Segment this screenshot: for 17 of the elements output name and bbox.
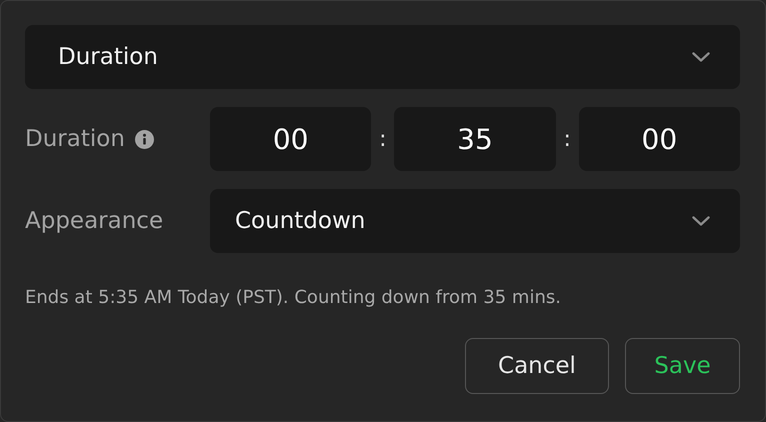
cancel-button[interactable]: Cancel — [465, 338, 609, 394]
dropdown[interactable]: Duration — [25, 25, 740, 89]
chevron-down-icon — [692, 216, 710, 226]
dropdown-value: Countdown — [235, 208, 366, 234]
dropdown[interactable]: Countdown — [210, 189, 740, 253]
time-field[interactable]: 00 — [210, 107, 372, 171]
save-button[interactable]: Save — [625, 338, 740, 394]
time-field[interactable]: 00 — [578, 107, 740, 171]
field-label: Appearance — [25, 208, 164, 234]
time-separator: : — [562, 126, 572, 152]
field-label: Duration — [25, 126, 125, 152]
time-field[interactable]: 35 — [394, 107, 556, 171]
chevron-down-icon — [692, 52, 710, 62]
info-text: Ends at 5:35 AM Today (PST). Counting down from 35 mins. — [25, 287, 562, 308]
time-separator: : — [378, 126, 388, 152]
dropdown-value: Duration — [58, 44, 158, 70]
info-icon[interactable] — [134, 130, 154, 148]
